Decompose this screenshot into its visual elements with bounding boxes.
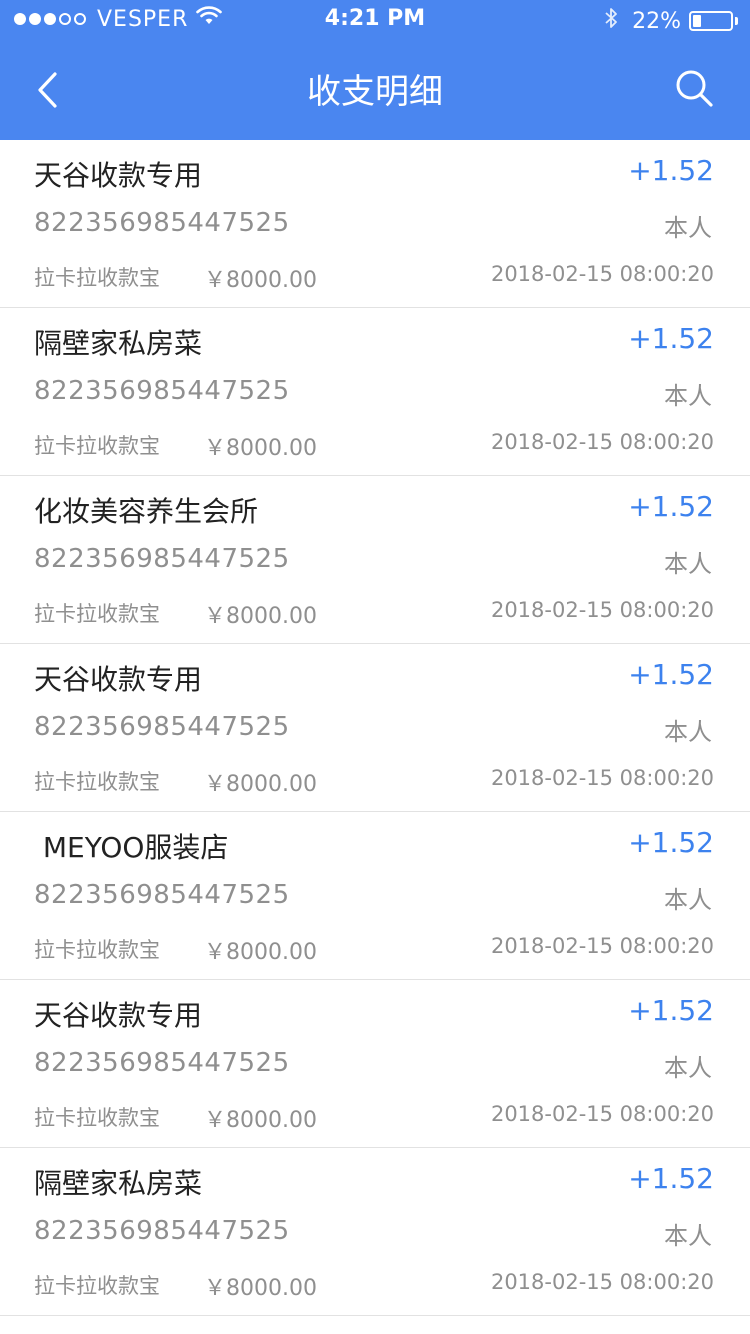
payment-channel: 拉卡拉收款宝: [34, 1106, 160, 1130]
navigation-bar: 收支明细: [0, 40, 750, 140]
order-total: ￥8000.00: [204, 772, 317, 797]
owner-label: 本人: [664, 382, 712, 410]
owner-label: 本人: [664, 214, 712, 242]
merchant-name: 天谷收款专用: [34, 663, 203, 696]
search-button[interactable]: [668, 62, 720, 114]
search-icon: [676, 70, 713, 107]
page-title: 收支明细: [307, 72, 443, 112]
payment-channel: 拉卡拉收款宝: [34, 602, 160, 626]
transaction-amount: +1.52: [628, 490, 714, 523]
transaction-row[interactable]: 隔壁家私房菜 +1.52 822356985447525 本人 拉卡拉收款宝 ￥…: [0, 308, 750, 476]
order-total: ￥8000.00: [204, 436, 317, 461]
order-total: ￥8000.00: [204, 604, 317, 629]
account-number: 822356985447525: [34, 376, 290, 406]
owner-label: 本人: [664, 718, 712, 746]
transaction-time: 2018-02-15 08:00:20: [490, 598, 714, 622]
transaction-row[interactable]: 天谷收款专用 +1.52 822356985447525 本人 拉卡拉收款宝 ￥…: [0, 644, 750, 812]
payment-channel: 拉卡拉收款宝: [34, 1274, 160, 1298]
account-number: 822356985447525: [34, 208, 290, 238]
account-number: 822356985447525: [34, 1048, 290, 1078]
merchant-name: 隔壁家私房菜: [34, 1167, 203, 1200]
transaction-amount: +1.52: [628, 826, 714, 859]
account-number: 822356985447525: [34, 712, 290, 742]
order-total: ￥8000.00: [204, 1108, 317, 1133]
app-header: VESPER 4:21 PM 22% 收支明细: [0, 0, 750, 140]
owner-label: 本人: [664, 886, 712, 914]
battery-cap: [735, 17, 738, 25]
transaction-time: 2018-02-15 08:00:20: [490, 934, 714, 958]
transaction-row[interactable]: 天谷收款专用 +1.52 822356985447525 本人 拉卡拉收款宝 ￥…: [0, 980, 750, 1148]
transaction-time: 2018-02-15 08:00:20: [490, 430, 714, 454]
payment-channel: 拉卡拉收款宝: [34, 938, 160, 962]
battery-level: [693, 15, 701, 27]
account-number: 822356985447525: [34, 544, 290, 574]
battery-percent: 22%: [632, 8, 681, 34]
order-total: ￥8000.00: [204, 268, 317, 293]
merchant-name: 化妆美容养生会所: [34, 495, 259, 528]
transaction-time: 2018-02-15 08:00:20: [490, 1102, 714, 1126]
owner-label: 本人: [664, 1054, 712, 1082]
transaction-amount: +1.52: [628, 994, 714, 1027]
merchant-name: 隔壁家私房菜: [34, 327, 203, 360]
transaction-time: 2018-02-15 08:00:20: [490, 262, 714, 286]
battery-group: 22%: [604, 6, 738, 36]
transaction-row[interactable]: 隔壁家私房菜 +1.52 822356985447525 本人 拉卡拉收款宝 ￥…: [0, 1148, 750, 1316]
transaction-amount: +1.52: [628, 658, 714, 691]
owner-label: 本人: [664, 550, 712, 578]
transaction-amount: +1.52: [628, 154, 714, 187]
merchant-name: 天谷收款专用: [34, 159, 203, 192]
transaction-row[interactable]: 化妆美容养生会所 +1.52 822356985447525 本人 拉卡拉收款宝…: [0, 476, 750, 644]
transaction-time: 2018-02-15 08:00:20: [490, 766, 714, 790]
payment-channel: 拉卡拉收款宝: [34, 266, 160, 290]
payment-channel: 拉卡拉收款宝: [34, 770, 160, 794]
merchant-name: MEYOO服装店: [34, 831, 229, 864]
account-number: 822356985447525: [34, 880, 290, 910]
transaction-amount: +1.52: [628, 322, 714, 355]
transaction-row[interactable]: MEYOO服装店 +1.52 822356985447525 本人 拉卡拉收款宝…: [0, 812, 750, 980]
bluetooth-icon: [604, 6, 618, 36]
transaction-row[interactable]: 天谷收款专用 +1.52 822356985447525 本人 拉卡拉收款宝 ￥…: [0, 140, 750, 308]
merchant-name: 天谷收款专用: [34, 999, 203, 1032]
account-number: 822356985447525: [34, 1216, 290, 1246]
transaction-amount: +1.52: [628, 1162, 714, 1195]
status-bar: VESPER 4:21 PM 22%: [0, 0, 750, 40]
payment-channel: 拉卡拉收款宝: [34, 434, 160, 458]
battery-icon: [689, 11, 733, 31]
order-total: ￥8000.00: [204, 940, 317, 965]
transaction-list: 天谷收款专用 +1.52 822356985447525 本人 拉卡拉收款宝 ￥…: [0, 140, 750, 1316]
owner-label: 本人: [664, 1222, 712, 1250]
order-total: ￥8000.00: [204, 1276, 317, 1301]
transaction-time: 2018-02-15 08:00:20: [490, 1270, 714, 1294]
